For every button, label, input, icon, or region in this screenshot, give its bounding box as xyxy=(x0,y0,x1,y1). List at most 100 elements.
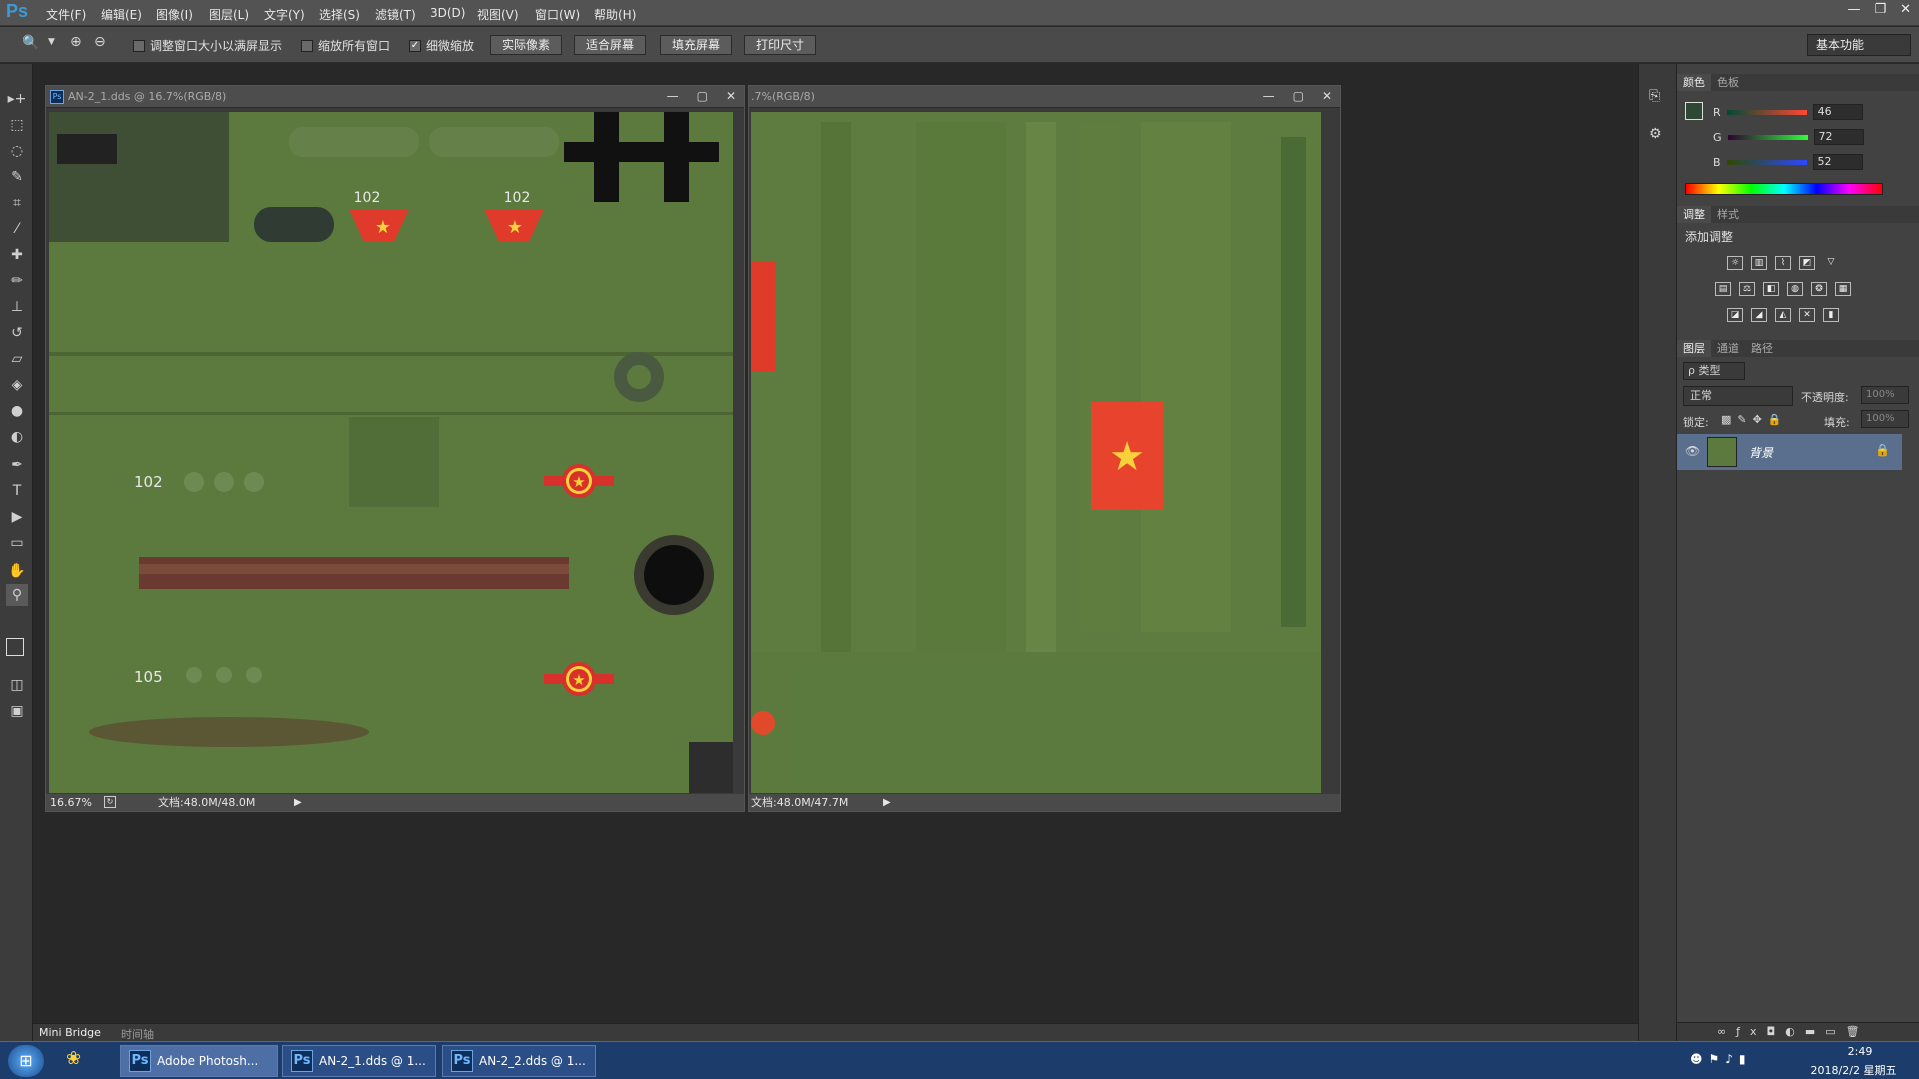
color-spectrum-bar[interactable] xyxy=(1685,183,1883,195)
history-panel-icon[interactable]: ⎘ xyxy=(1649,88,1660,104)
paint-bucket-icon[interactable]: ◈ xyxy=(6,374,28,396)
properties-panel-icon[interactable]: ⚙ xyxy=(1649,126,1662,142)
taskbar-item-photoshop[interactable]: Ps Adobe Photosh... xyxy=(120,1045,278,1077)
document-title-bar[interactable]: .7%(RGB/8) — ▢ ✕ xyxy=(749,86,1340,108)
healing-brush-icon[interactable]: ✚ xyxy=(6,244,28,266)
brightness-icon[interactable]: ☼ xyxy=(1727,256,1743,270)
doc-close-button[interactable]: ✕ xyxy=(726,86,736,106)
taskbar-item-doc2[interactable]: Ps AN-2_2.dds @ 1... xyxy=(442,1045,596,1077)
pen-tool-icon[interactable]: ✒ xyxy=(6,454,28,476)
zoom-all-windows-checkbox[interactable]: 缩放所有窗口 xyxy=(301,37,390,54)
menu-view[interactable]: 视图(V) xyxy=(477,6,519,23)
red-slider[interactable] xyxy=(1726,109,1807,115)
red-value-input[interactable]: 46 xyxy=(1812,104,1863,120)
tab-channels[interactable]: 通道 xyxy=(1711,340,1745,357)
restore-button[interactable]: ❐ xyxy=(1874,2,1886,17)
threshold-icon[interactable]: ◭ xyxy=(1775,308,1791,322)
doc-restore-button[interactable]: ▢ xyxy=(1293,86,1304,106)
tab-paths[interactable]: 路径 xyxy=(1745,340,1779,357)
vibrance-icon[interactable]: ▽ xyxy=(1823,256,1839,270)
channel-mixer-icon[interactable]: ❂ xyxy=(1811,282,1827,296)
hand-tool-icon[interactable]: ✋ xyxy=(6,560,28,582)
path-select-icon[interactable]: ▶ xyxy=(6,506,28,528)
doc-minimize-button[interactable]: — xyxy=(1263,86,1275,106)
opacity-input[interactable]: 100% xyxy=(1861,386,1909,404)
fit-screen-button[interactable]: 适合屏幕 xyxy=(574,35,646,55)
print-size-button[interactable]: 打印尺寸 xyxy=(744,35,816,55)
checkbox-box[interactable] xyxy=(301,39,313,52)
close-button[interactable]: ✕ xyxy=(1900,2,1911,17)
invert-icon[interactable]: ◪ xyxy=(1727,308,1743,322)
lock-options-icons[interactable]: ▩✎✥🔒 xyxy=(1721,413,1788,426)
clone-stamp-icon[interactable]: ⊥ xyxy=(6,296,28,318)
scrubby-zoom-checkbox[interactable]: ✓ 细微缩放 xyxy=(409,37,474,54)
tab-timeline[interactable]: 时间轴 xyxy=(121,1026,154,1042)
doc-minimize-button[interactable]: — xyxy=(667,86,679,106)
checkmark-icon[interactable]: ✓ xyxy=(409,39,421,52)
marquee-tool-icon[interactable]: ⬚ xyxy=(6,114,28,136)
quick-mask-icon[interactable]: ◫ xyxy=(6,674,28,696)
menu-help[interactable]: 帮助(H) xyxy=(594,6,636,23)
dodge-tool-icon[interactable]: ◐ xyxy=(6,426,28,448)
exposure-icon[interactable]: ◩ xyxy=(1799,256,1815,270)
color-balance-icon[interactable]: ⚖ xyxy=(1739,282,1755,296)
eyedropper-tool-icon[interactable]: ⁄ xyxy=(6,218,28,240)
chevron-down-icon[interactable]: ▼ xyxy=(48,37,55,47)
zoom-tool-icon[interactable]: 🔍 xyxy=(22,35,39,51)
green-value-input[interactable]: 72 xyxy=(1813,129,1864,145)
posterize-icon[interactable]: ◢ xyxy=(1751,308,1767,322)
blend-mode-select[interactable]: 正常 xyxy=(1683,386,1793,406)
document-title-bar[interactable]: Ps AN-2_1.dds @ 16.7%(RGB/8) — ▢ ✕ xyxy=(46,86,744,108)
layer-filter-select[interactable]: ρ 类型 xyxy=(1683,362,1745,380)
type-tool-icon[interactable]: T xyxy=(6,480,28,502)
rectangle-tool-icon[interactable]: ▭ xyxy=(6,532,28,554)
doc-close-button[interactable]: ✕ xyxy=(1322,86,1332,106)
export-icon[interactable]: ↻ xyxy=(104,796,116,808)
layers-footer-icons[interactable]: ∞ƒx◘◐▬▭🗑 xyxy=(1677,1022,1919,1041)
photo-filter-icon[interactable]: ◍ xyxy=(1787,282,1803,296)
doc-restore-button[interactable]: ▢ xyxy=(697,86,708,106)
blue-slider[interactable] xyxy=(1726,159,1807,165)
menu-file[interactable]: 文件(F) xyxy=(46,6,86,23)
color-lookup-icon[interactable]: ▦ xyxy=(1835,282,1851,296)
menu-type[interactable]: 文字(Y) xyxy=(264,6,305,23)
menu-select[interactable]: 选择(S) xyxy=(319,6,360,23)
lasso-tool-icon[interactable]: ◌ xyxy=(6,140,28,162)
tab-styles[interactable]: 样式 xyxy=(1711,206,1745,223)
selective-color-icon[interactable]: ✕ xyxy=(1799,308,1815,322)
layer-row-background[interactable]: 👁 背景 🔒 xyxy=(1677,434,1902,470)
fill-input[interactable]: 100% xyxy=(1861,410,1909,428)
zoom-level[interactable]: 16.67% xyxy=(50,794,92,811)
curves-icon[interactable]: ⌇ xyxy=(1775,256,1791,270)
minimize-button[interactable]: — xyxy=(1847,2,1860,17)
visibility-eye-icon[interactable]: 👁 xyxy=(1685,444,1700,458)
start-button-icon[interactable]: ⊞ xyxy=(8,1045,44,1077)
menu-layer[interactable]: 图层(L) xyxy=(209,6,249,23)
menu-image[interactable]: 图像(I) xyxy=(156,6,193,23)
menu-3d[interactable]: 3D(D) xyxy=(430,6,465,20)
screen-mode-icon[interactable]: ▣ xyxy=(6,700,28,722)
layer-name[interactable]: 背景 xyxy=(1749,444,1773,461)
menu-filter[interactable]: 滤镜(T) xyxy=(375,6,416,23)
quick-select-tool-icon[interactable]: ✎ xyxy=(6,166,28,188)
foreground-color-swatch[interactable] xyxy=(6,638,24,656)
pinned-app-icon[interactable]: ❀ xyxy=(66,1048,94,1074)
crop-tool-icon[interactable]: ⌗ xyxy=(6,192,28,214)
canvas-texture-1[interactable]: ★ ★ 102 102 102 ★ 105 ★ xyxy=(49,112,733,793)
green-slider[interactable] xyxy=(1727,134,1808,140)
blue-value-input[interactable]: 52 xyxy=(1812,154,1863,170)
tab-adjustments[interactable]: 调整 xyxy=(1677,206,1711,223)
clock-date[interactable]: 2018/2/2 星期五 xyxy=(1796,1062,1911,1078)
zoom-out-icon[interactable]: ⊖ xyxy=(94,34,106,50)
zoom-in-icon[interactable]: ⊕ xyxy=(70,34,82,50)
tab-swatches[interactable]: 色板 xyxy=(1711,74,1745,91)
status-menu-arrow-icon[interactable]: ▶ xyxy=(883,794,891,811)
move-tool-icon[interactable]: ▸+ xyxy=(6,88,28,110)
black-white-icon[interactable]: ◧ xyxy=(1763,282,1779,296)
foreground-color-swatch[interactable] xyxy=(1685,102,1703,120)
fill-screen-button[interactable]: 填充屏幕 xyxy=(660,35,732,55)
zoom-tool-icon[interactable]: ⚲ xyxy=(6,584,28,606)
eraser-tool-icon[interactable]: ▱ xyxy=(6,348,28,370)
workspace-switcher[interactable]: 基本功能 xyxy=(1807,34,1911,56)
canvas-texture-2[interactable]: ★ xyxy=(751,112,1321,793)
